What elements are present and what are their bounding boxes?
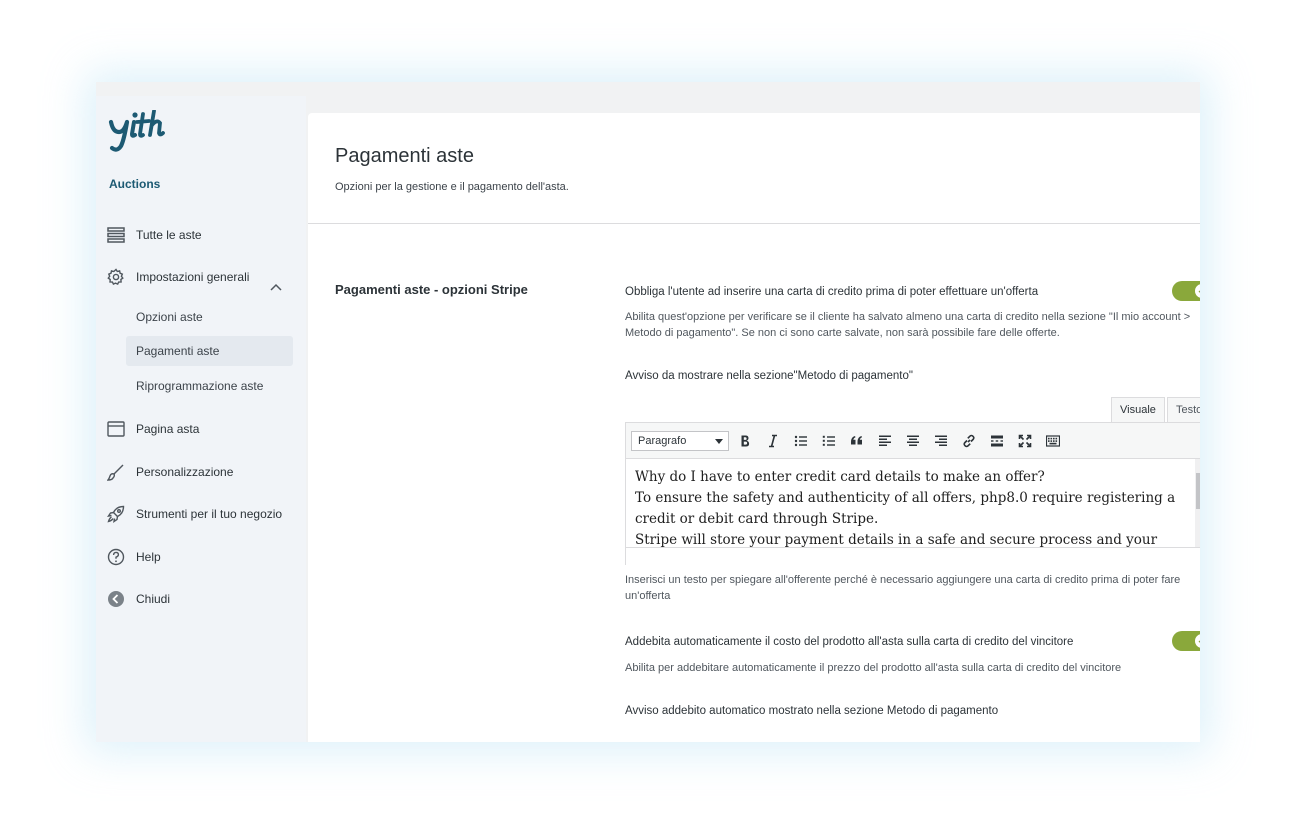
browser-window-icon [106,419,126,439]
toggle-knob [1195,634,1200,648]
bullet-list-button[interactable] [791,431,811,451]
sidebar-item-pagina-asta[interactable]: Pagina asta [106,414,199,444]
sidebar-item-label: Help [136,550,161,564]
italic-icon [769,434,777,448]
sidebar-item-strumenti[interactable]: Strumenti per il tuo negozio [106,499,282,529]
bullet-list-icon [794,435,807,447]
align-center-button[interactable] [903,431,923,451]
sidebar-subitem-riprogrammazione-aste[interactable]: Riprogrammazione aste [126,371,293,401]
question-icon [106,547,126,567]
option-require-card-description: Abilita quest'opzione per verificare se … [625,311,1191,339]
sidebar-item-personalizzazione[interactable]: Personalizzazione [106,457,233,487]
editor-paragraph: Stripe will store your payment details i… [635,532,1158,547]
sidebar-subitem-label: Pagamenti aste [136,344,220,358]
gear-icon [106,267,126,287]
fullscreen-button[interactable] [1015,431,1035,451]
toolbar-toggle-button[interactable] [1043,431,1063,451]
read-more-button[interactable] [987,431,1007,451]
format-select-value: Paragrafo [638,435,687,447]
sidebar-item-label: Tutte le aste [136,228,202,242]
sidebar-item-label: Pagina asta [136,422,200,436]
fullscreen-icon [1018,434,1032,448]
sidebar-item-chiudi[interactable]: Chiudi [106,584,170,614]
option-auto-charge-label: Addebita automaticamente il costo del pr… [625,636,1074,648]
align-right-button[interactable] [931,431,951,451]
page-subtitle: Opzioni per la gestione e il pagamento d… [335,181,569,193]
yith-logo [108,110,165,152]
sidebar-subitem-opzioni-aste[interactable]: Opzioni aste [126,302,293,332]
sidebar-subitem-label: Riprogrammazione aste [136,379,264,393]
align-right-icon [935,435,947,446]
sidebar-item-label: Chiudi [136,592,171,606]
back-arrow-icon [106,589,126,609]
option-require-card-label: Obbliga l'utente ad inserire una carta d… [625,286,1039,298]
sidebar: Auctions Tutte le aste Impostazioni gene… [96,96,306,742]
rocket-icon [106,504,126,524]
format-select[interactable]: Paragrafo [631,431,729,451]
sidebar-item-tutte-le-aste[interactable]: Tutte le aste [106,220,202,250]
content-panel: Pagamenti aste Opzioni per la gestione e… [308,113,1200,742]
scrollbar-thumb[interactable] [1196,473,1200,509]
editor-paragraph: Why do I have to enter credit card detai… [635,469,1045,485]
chevron-up-icon[interactable] [270,283,282,291]
editor-content-area[interactable]: Why do I have to enter credit card detai… [626,459,1196,547]
brand-name: Auctions [109,177,161,191]
quote-icon [851,436,862,445]
section-title: Pagamenti aste - opzioni Stripe [335,282,528,297]
numbered-list-button[interactable] [819,431,839,451]
check-icon [1198,640,1200,643]
sidebar-subitem-pagamenti-aste[interactable]: Pagamenti aste [126,336,293,366]
numbered-list-icon [822,435,835,446]
sidebar-subitem-label: Opzioni aste [136,310,203,324]
option-auto-charge-notice-label: Avviso addebito automatico mostrato nell… [625,705,999,717]
keyboard-icon [1046,435,1060,447]
sidebar-item-label: Strumenti per il tuo negozio [136,507,283,521]
editor-toolbar: Paragrafo [626,423,1200,459]
bold-icon [741,435,750,447]
header-divider [308,223,1200,224]
blockquote-button[interactable] [847,431,867,451]
list-icon [106,225,126,245]
editor-tab-testo[interactable]: Testo [1167,397,1200,423]
caret-down-icon [715,439,723,444]
brush-icon [106,462,126,482]
editor-paragraph: To ensure the safety and authenticity of… [635,490,1176,527]
sidebar-item-help[interactable]: Help [106,542,161,572]
italic-button[interactable] [763,431,783,451]
align-left-icon [879,435,891,446]
page-title: Pagamenti aste [335,145,474,167]
align-left-button[interactable] [875,431,895,451]
align-center-icon [907,435,919,446]
rich-text-editor: Paragrafo Why do I have to enter credit … [625,422,1200,566]
option-require-card-toggle[interactable] [1172,281,1200,301]
option-payment-notice-label: Avviso da mostrare nella sezione"Metodo … [625,370,913,382]
editor-status-bar [626,547,1200,566]
sidebar-item-impostazioni-generali[interactable]: Impostazioni generali [106,262,249,292]
editor-tab-visuale[interactable]: Visuale [1111,397,1165,423]
option-auto-charge-description: Abilita per addebitare automaticamente i… [625,662,1122,674]
read-more-icon [991,435,1003,447]
sidebar-item-label: Personalizzazione [136,465,234,479]
link-button[interactable] [959,431,979,451]
toggle-knob [1195,284,1200,298]
link-icon [963,434,975,448]
bold-button[interactable] [735,431,755,451]
sidebar-item-label: Impostazioni generali [136,270,250,284]
editor-scrollbar[interactable] [1195,459,1200,547]
app-frame: Auctions Tutte le aste Impostazioni gene… [96,82,1200,742]
check-icon [1198,290,1200,293]
option-payment-notice-description: Inserisci un testo per spiegare all'offe… [625,574,1181,602]
option-auto-charge-toggle[interactable] [1172,631,1200,651]
